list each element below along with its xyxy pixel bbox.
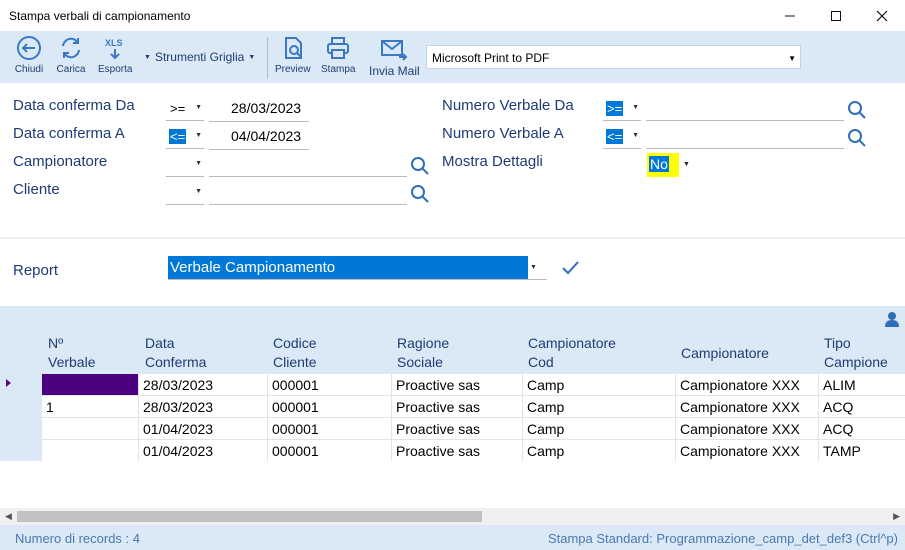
mostra-dettagli-select[interactable]: No ▼ [647, 153, 695, 177]
chevron-down-icon: ▼ [632, 132, 639, 139]
carica-label: Carica [56, 64, 86, 75]
toolbar-separator [267, 37, 268, 79]
chevron-down-icon[interactable]: ▼ [530, 264, 537, 271]
close-button[interactable] [859, 0, 905, 31]
carica-button[interactable]: Carica [56, 33, 86, 75]
header-nverbale[interactable]: Nº Verbale [48, 334, 95, 372]
print-shortcut-info: Stampa Standard: Programmazione_camp_det… [547, 531, 898, 546]
chevron-down-icon: ▼ [195, 104, 202, 111]
printer-select-value: Microsoft Print to PDF [432, 51, 550, 65]
title-bar: Stampa verbali di campionamento [0, 0, 905, 31]
strumenti-griglia-menu[interactable]: ▼ Strumenti Griglia ▼ [144, 50, 255, 64]
campionatore-input[interactable] [209, 155, 407, 177]
user-icon[interactable] [884, 311, 900, 332]
toolbar: Chiudi Carica XLS Esporta ▼ Strumenti Gr… [0, 31, 905, 83]
close-icon [876, 10, 888, 21]
status-bar: Numero di records : 4 Stampa Standard: P… [0, 525, 905, 550]
numero-verbale-a-operator[interactable]: <= ▼ [603, 127, 641, 149]
preview-label: Preview [275, 64, 311, 75]
chevron-down-icon: ▼ [248, 53, 256, 61]
header-tipo-campione[interactable]: Tipo Campione [824, 334, 888, 372]
campionatore-search-icon[interactable] [410, 156, 430, 176]
chevron-down-icon: ▼ [195, 132, 202, 139]
grid-body: 28/03/2023 000001 Proactive sas Camp Cam… [42, 374, 905, 462]
scroll-left-icon[interactable]: ◀ [5, 511, 12, 522]
report-underline [168, 279, 547, 280]
section-divider [0, 237, 905, 239]
table-row[interactable]: 28/03/2023 000001 Proactive sas Camp Cam… [42, 374, 905, 396]
header-ragione-sociale[interactable]: Ragione Sociale [397, 334, 449, 372]
header-codice-cliente[interactable]: Codice Cliente [273, 334, 317, 372]
maximize-button[interactable] [813, 0, 859, 31]
refresh-icon [56, 33, 86, 63]
stampa-label: Stampa [321, 64, 356, 75]
preview-icon [278, 33, 308, 63]
esporta-label: Esporta [98, 64, 133, 75]
report-select[interactable]: Verbale Campionamento [168, 256, 528, 279]
data-conferma-da-input[interactable]: 28/03/2023 [209, 100, 309, 122]
minimize-button[interactable] [767, 0, 813, 31]
header-campionatore-cod[interactable]: Campionatore Cod [528, 334, 616, 372]
chevron-down-icon: ▼ [195, 188, 202, 195]
chevron-down-icon: ▼ [195, 160, 202, 167]
strumenti-griglia-label: Strumenti Griglia [154, 50, 245, 64]
stampa-button[interactable]: Stampa [321, 33, 355, 75]
selected-cell[interactable] [42, 374, 138, 395]
data-conferma-a-operator[interactable]: <= ▼ [166, 127, 204, 149]
numero-verbale-da-label: Numero Verbale Da [442, 97, 574, 114]
chevron-down-icon: ▼ [683, 161, 690, 168]
invia-mail-button[interactable]: Invia Mail [369, 33, 420, 78]
table-row[interactable]: 01/04/2023 000001 Proactive sas Camp Cam… [42, 418, 905, 440]
data-conferma-a-label: Data conferma A [13, 125, 125, 142]
filter-panel: Data conferma Da >= ▼ 28/03/2023 Data co… [0, 83, 905, 238]
report-label: Report [13, 262, 59, 279]
cliente-input[interactable] [209, 183, 407, 205]
numero-verbale-a-label: Numero Verbale A [442, 125, 564, 142]
chiudi-label: Chiudi [14, 64, 44, 75]
mail-icon [379, 33, 409, 63]
table-row[interactable]: 01/04/2023 000001 Proactive sas Camp Cam… [42, 440, 905, 462]
numero-verbale-a-search-icon[interactable] [847, 128, 867, 148]
window-title: Stampa verbali di campionamento [9, 9, 191, 23]
back-arrow-icon [14, 33, 44, 63]
numero-verbale-da-input[interactable] [646, 99, 844, 121]
data-conferma-da-operator[interactable]: >= ▼ [166, 99, 204, 121]
dropdown-arrow-icon: ▼ [144, 53, 151, 61]
maximize-icon [831, 10, 841, 21]
scrollbar-thumb[interactable] [17, 511, 482, 522]
chiudi-button[interactable]: Chiudi [14, 33, 44, 75]
xls-icon: XLS [100, 33, 130, 63]
numero-verbale-da-search-icon[interactable] [847, 100, 867, 120]
confirm-check-icon[interactable] [560, 258, 580, 283]
campionatore-operator[interactable]: ▼ [166, 155, 204, 177]
table-row[interactable]: 1 28/03/2023 000001 Proactive sas Camp C… [42, 396, 905, 418]
data-conferma-a-input[interactable]: 04/04/2023 [209, 128, 309, 150]
svg-text:XLS: XLS [105, 38, 123, 48]
mostra-dettagli-label: Mostra Dettagli [442, 153, 543, 170]
printer-icon [323, 33, 353, 63]
records-count: Numero di records : 4 [15, 531, 140, 546]
results-grid: Nº Verbale Data Conferma Codice Cliente Rag… [0, 306, 905, 462]
cliente-label: Cliente [13, 181, 60, 198]
scroll-right-icon[interactable]: ▶ [893, 511, 900, 522]
header-data-conferma[interactable]: Data Conferma [145, 334, 206, 372]
printer-select[interactable]: Microsoft Print to PDF ▼ [426, 45, 801, 69]
grid-empty-area [0, 461, 905, 508]
invia-mail-label: Invia Mail [369, 64, 420, 78]
cliente-search-icon[interactable] [410, 184, 430, 204]
horizontal-scrollbar[interactable]: ◀ ▶ [0, 508, 905, 525]
campionatore-label: Campionatore [13, 153, 108, 170]
esporta-button[interactable]: XLS Esporta [98, 33, 132, 75]
current-row-indicator [6, 379, 11, 387]
minimize-icon [785, 15, 795, 16]
chevron-down-icon: ▼ [632, 104, 639, 111]
preview-button[interactable]: Preview [275, 33, 311, 75]
data-conferma-da-label: Data conferma Da [13, 97, 135, 114]
cliente-operator[interactable]: ▼ [166, 183, 204, 205]
chevron-down-icon: ▼ [788, 54, 796, 63]
numero-verbale-a-input[interactable] [646, 127, 844, 149]
numero-verbale-da-operator[interactable]: >= ▼ [603, 99, 641, 121]
header-campionatore[interactable]: Campionatore [681, 344, 769, 363]
